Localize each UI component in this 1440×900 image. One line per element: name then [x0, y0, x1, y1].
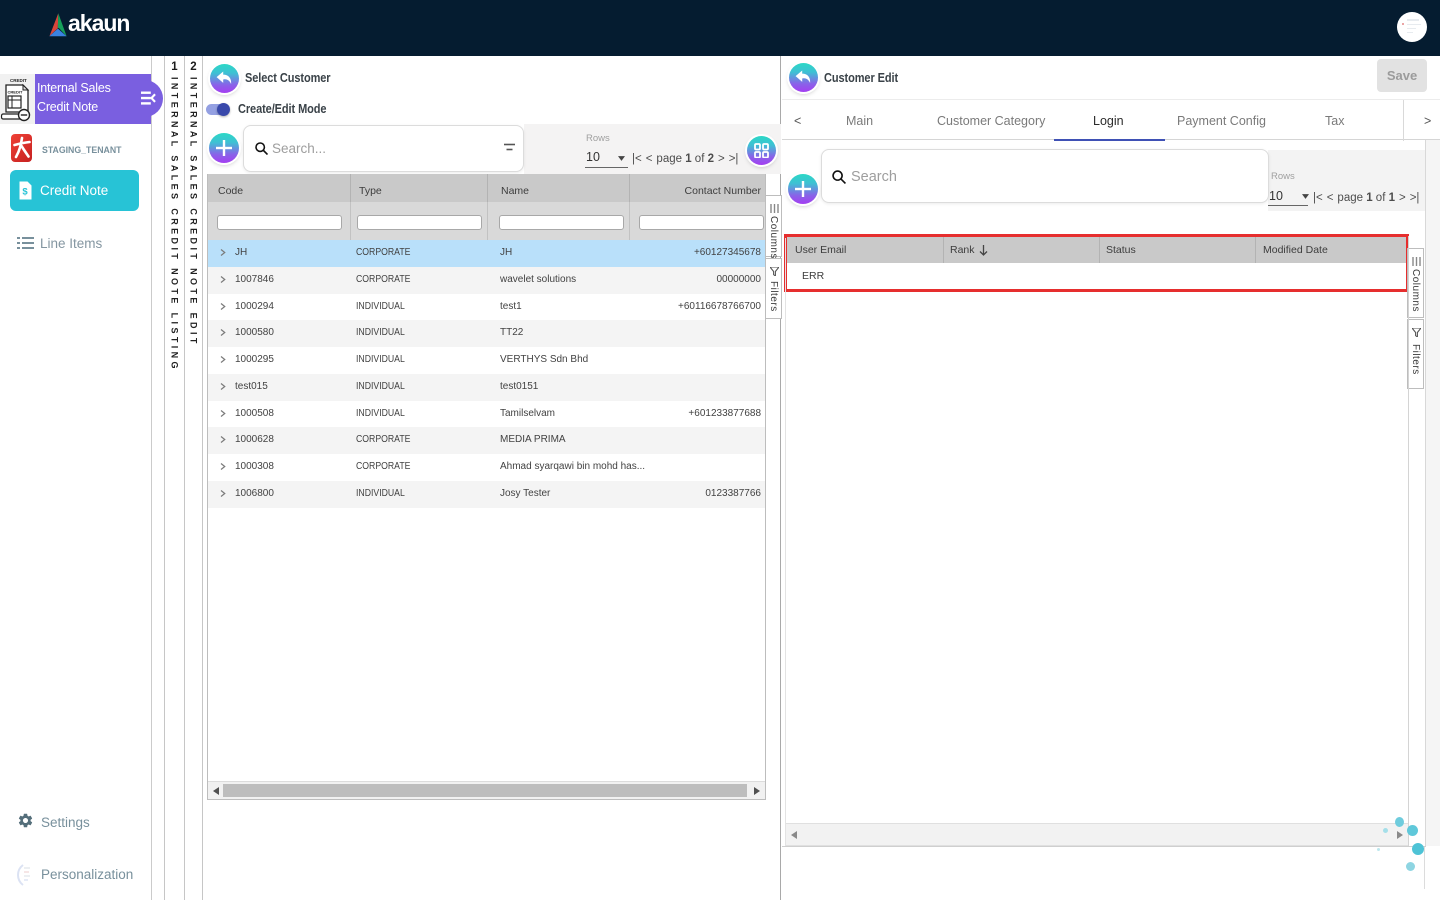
svg-text:$: $	[22, 187, 28, 198]
svg-text:CREDIT: CREDIT	[10, 78, 27, 83]
svg-text:CREDIT: CREDIT	[8, 90, 23, 95]
